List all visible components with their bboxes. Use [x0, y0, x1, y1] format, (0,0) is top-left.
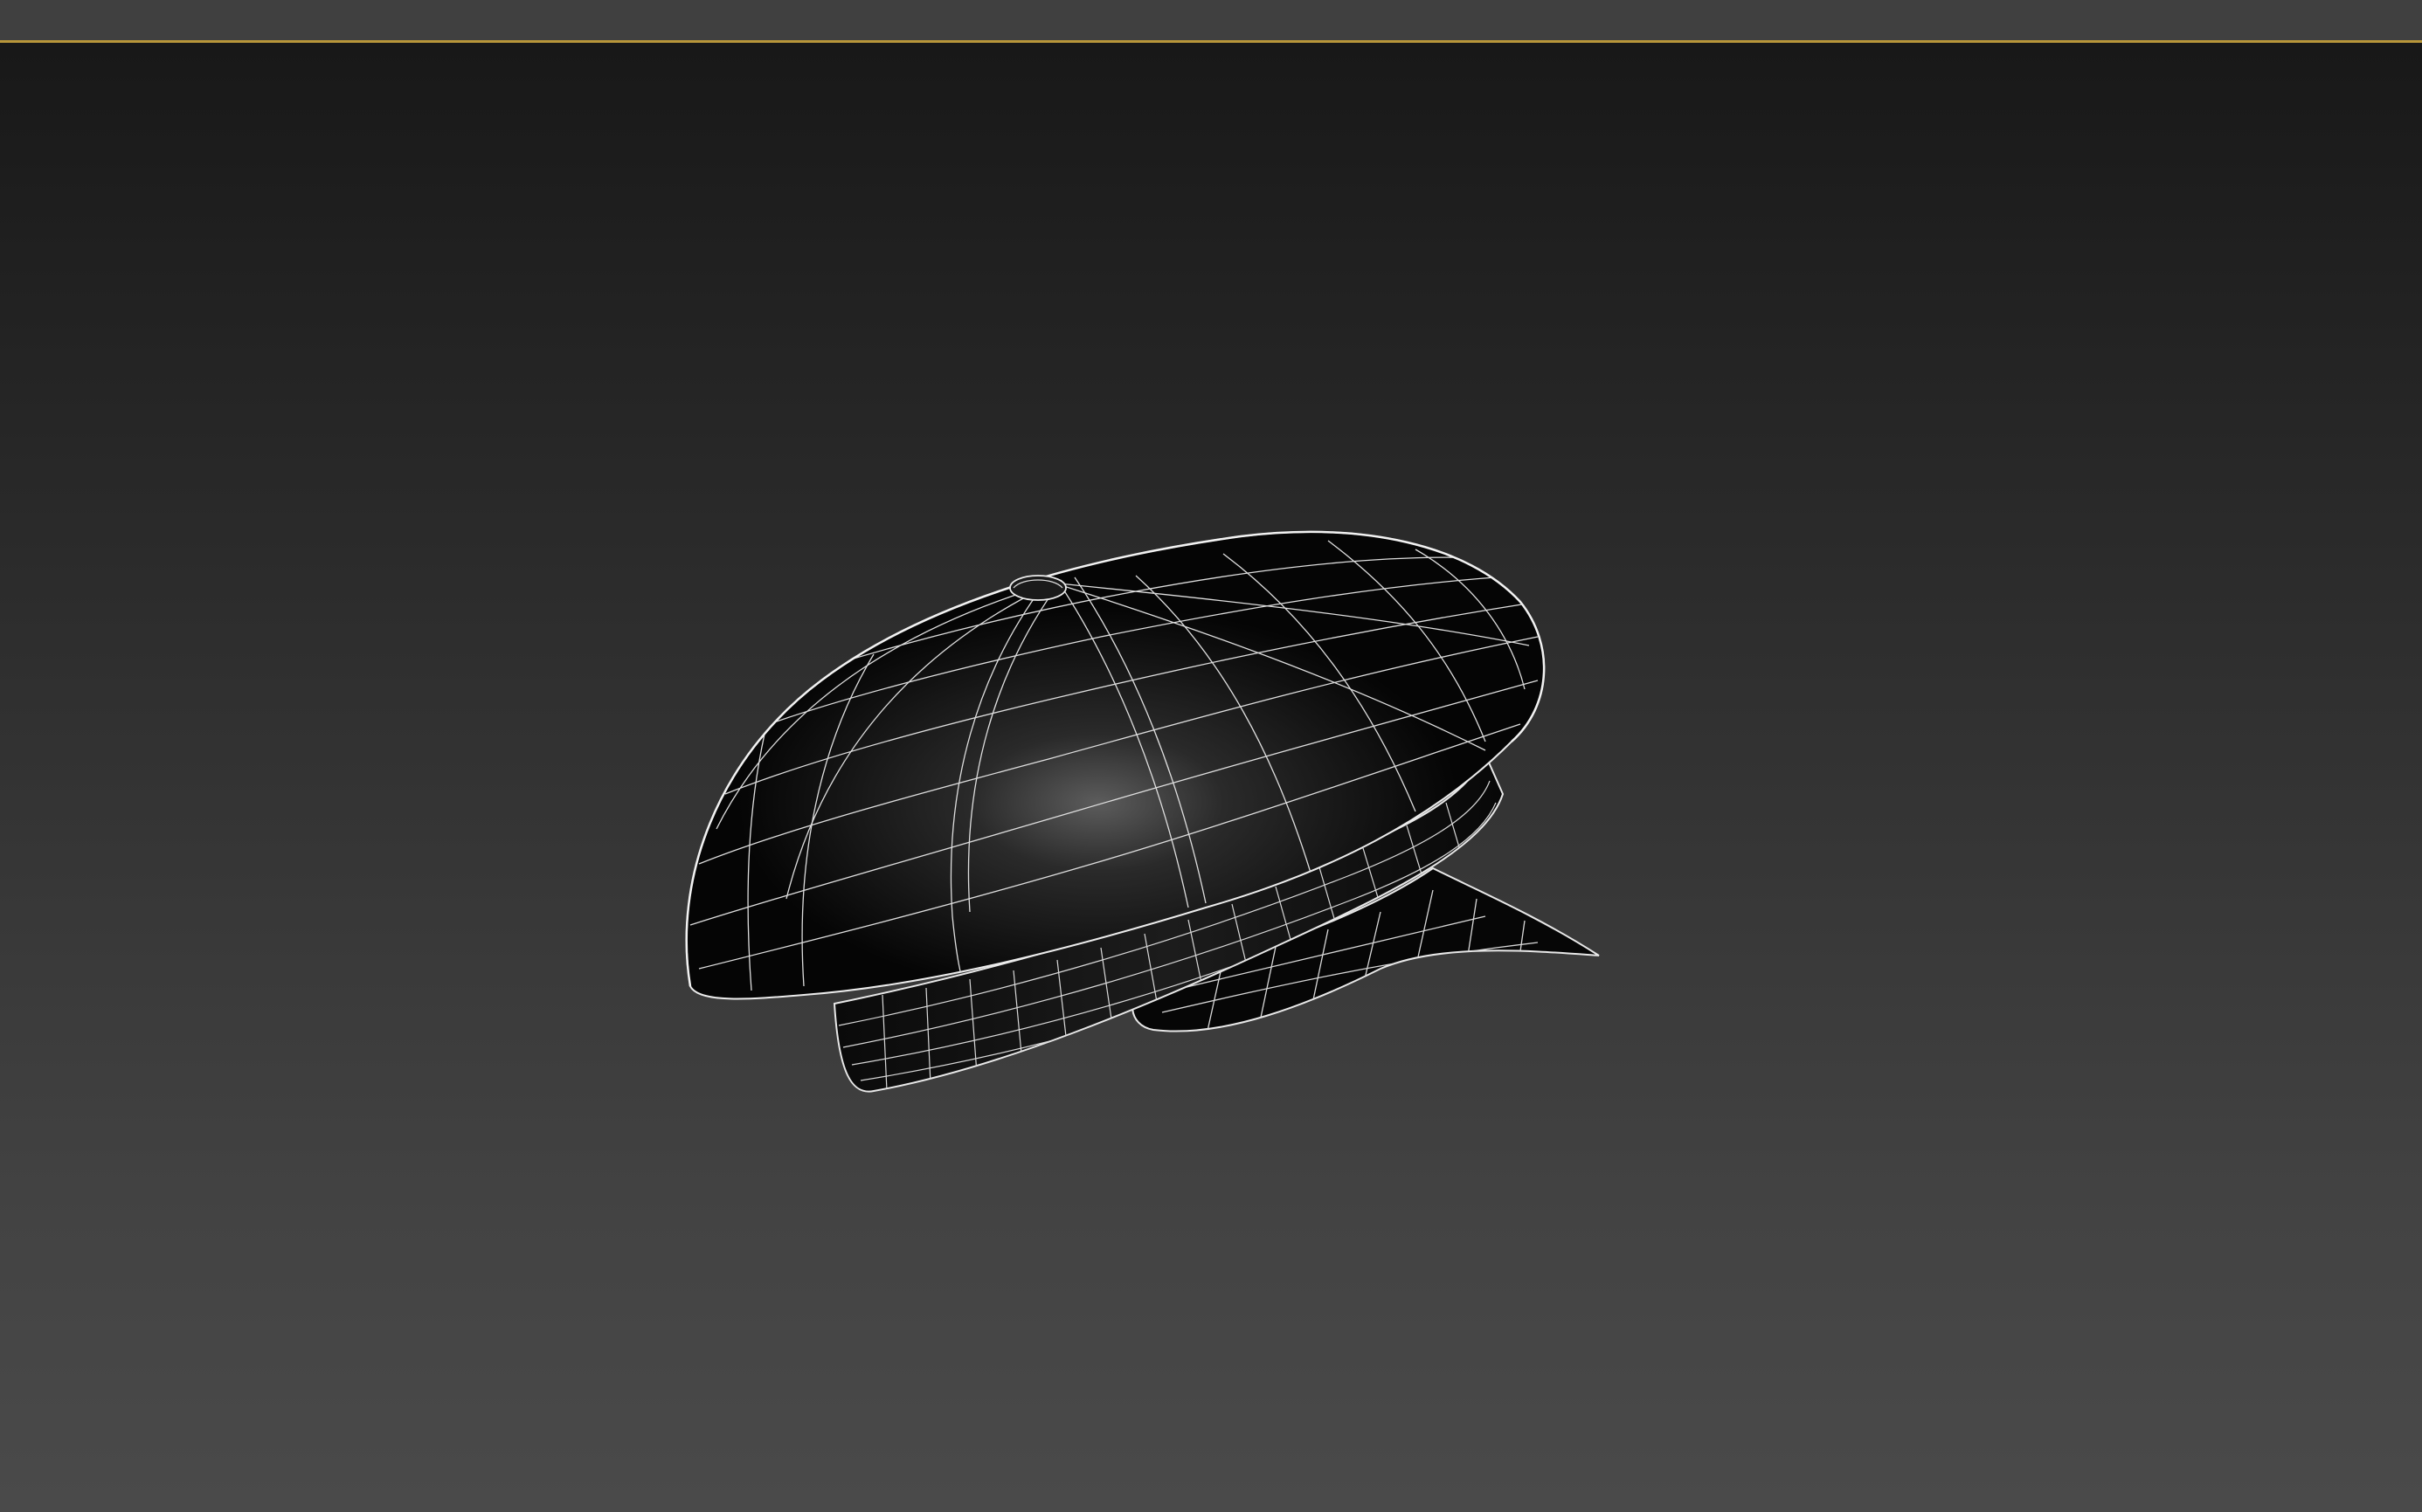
app-window	[0, 0, 2422, 1512]
cap-model[interactable]	[685, 530, 1600, 1093]
cap-top-button	[1009, 575, 1067, 601]
perspective-viewport[interactable]	[0, 43, 2422, 1512]
viewport-canvas[interactable]	[0, 43, 2422, 1512]
top-toolbar-strip	[0, 0, 2422, 40]
